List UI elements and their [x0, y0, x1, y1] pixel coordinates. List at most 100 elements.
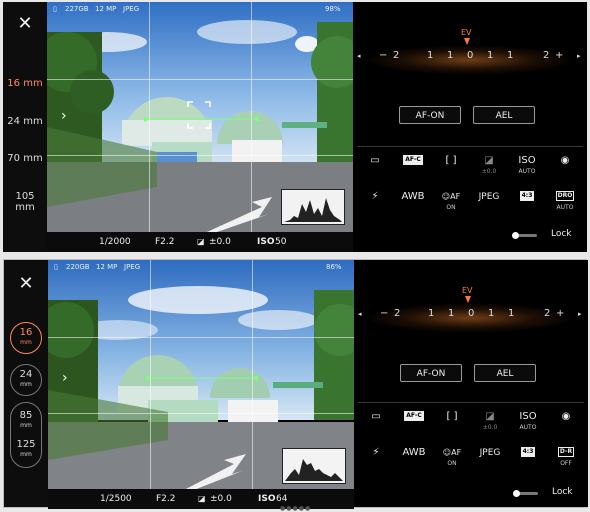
metering-button[interactable]: ◉: [548, 410, 584, 434]
settings-panel: EV ◂ − 2 1 1 0 1 1 2 + ▸ AF-ON AEL ▭ AF-…: [353, 2, 587, 252]
zoom-column: ✕ 16 mm 24 mm 85 mm 125 mm: [4, 260, 48, 507]
viewfinder[interactable]: ▯ 220GB 12 MP JPEG 86% ›: [48, 260, 354, 490]
af-on-button[interactable]: AF-ON: [400, 364, 462, 382]
toggle-knob: [513, 490, 520, 497]
drive-mode-button[interactable]: ▭: [357, 154, 393, 178]
grid-line: [47, 155, 353, 156]
zoom-70mm[interactable]: 70 mm: [5, 153, 45, 164]
grid-line: [48, 337, 354, 338]
ev-pointer-icon: [465, 296, 471, 303]
drive-mode-button[interactable]: ▭: [358, 410, 394, 434]
app-frame: ✕ 16 mm 24 mm 70 mm 105 mm ▯ 227GB 12 MP…: [3, 2, 587, 252]
status-bar: ▯ 227GB 12 MP JPEG 98%: [47, 2, 353, 16]
storage-remaining: 220GB: [66, 263, 90, 271]
face-af-icon: ☺AF: [441, 192, 461, 201]
toggle-knob: [512, 232, 519, 239]
zoom-telephoto-group[interactable]: 85 mm 125 mm: [10, 402, 42, 468]
metering-button[interactable]: ◉: [547, 154, 583, 178]
iso-label: ISO: [258, 494, 276, 504]
face-af-button[interactable]: ☺AF ON: [433, 190, 469, 214]
dro-icon: DRO: [555, 191, 575, 201]
ev-dial[interactable]: ◂ − 2 1 1 0 1 1 2 + ▸: [358, 308, 584, 322]
zoom-85mm[interactable]: 85: [11, 409, 41, 422]
zoom-125mm[interactable]: 125: [11, 438, 41, 451]
ael-button[interactable]: AEL: [474, 364, 536, 382]
divider: [357, 146, 583, 147]
exposure-comp-icon: ◪: [197, 237, 205, 246]
awb-icon: AWB: [402, 447, 426, 458]
white-balance-button[interactable]: AWB: [396, 446, 432, 470]
iso-button[interactable]: ISO AUTO: [509, 154, 545, 178]
shutter-speed[interactable]: 1/2000: [99, 237, 131, 247]
histogram-graph: [285, 459, 343, 481]
viewfinder[interactable]: ▯ 227GB 12 MP JPEG 98% ›: [47, 2, 353, 232]
zoom-16mm[interactable]: 16 mm: [5, 78, 45, 89]
iso-value[interactable]: 64: [276, 494, 287, 504]
zoom-105mm[interactable]: 105 mm: [5, 191, 45, 213]
aspect-ratio-icon: 4:3: [519, 191, 535, 201]
focus-mode-button[interactable]: AF-C: [395, 154, 431, 178]
face-af-icon: ☺AF: [442, 448, 462, 457]
megapixels: 12 MP: [96, 263, 118, 271]
close-icon[interactable]: ✕: [15, 14, 35, 34]
storage-icon: ▯: [54, 263, 58, 271]
af-on-button[interactable]: AF-ON: [399, 106, 461, 124]
zoom-16mm[interactable]: 16 mm: [10, 322, 42, 354]
grid-line: [48, 413, 354, 414]
grid-line: [47, 79, 353, 80]
aperture[interactable]: F2.2: [156, 494, 176, 504]
aperture[interactable]: F2.2: [155, 237, 175, 247]
white-balance-button[interactable]: AWB: [395, 190, 431, 214]
grid-line: [150, 260, 151, 490]
ev-dial[interactable]: ◂ − 2 1 1 0 1 1 2 + ▸: [357, 50, 583, 64]
flash-button[interactable]: ⚡: [358, 446, 394, 470]
divider: [358, 402, 584, 403]
file-format-button[interactable]: JPEG: [472, 446, 508, 470]
shutter-speed[interactable]: 1/2500: [100, 494, 132, 504]
file-format: JPEG: [123, 5, 140, 13]
iso-value[interactable]: 50: [275, 237, 286, 247]
ev-pointer-icon: [464, 38, 470, 45]
lock-toggle[interactable]: [513, 490, 538, 497]
aspect-ratio-button[interactable]: 4:3: [509, 190, 545, 214]
page-indicator: ●●●●●: [280, 505, 312, 512]
ael-button[interactable]: AEL: [473, 106, 535, 124]
close-icon[interactable]: ✕: [16, 274, 36, 294]
exposure-bar: 1/2000 F2.2 ◪ ±0.0 ISO 50: [47, 232, 353, 252]
battery-level: 98%: [325, 5, 341, 13]
focus-area-button[interactable]: [ ]: [434, 410, 470, 434]
face-af-button[interactable]: ☺AF ON: [434, 446, 470, 470]
exposure-comp-icon: ◪: [198, 494, 206, 503]
chevron-right-icon[interactable]: ›: [62, 370, 68, 386]
flash-comp-button[interactable]: ◪ ±0.0: [471, 154, 507, 178]
file-format-button[interactable]: JPEG: [471, 190, 507, 214]
focus-area-icon: [ ]: [446, 411, 458, 422]
histogram: [282, 448, 346, 484]
flash-button[interactable]: ⚡: [357, 190, 393, 214]
lock-toggle[interactable]: [512, 232, 537, 239]
histogram: [281, 189, 345, 225]
histogram-graph: [284, 198, 342, 222]
chevron-right-icon[interactable]: ›: [61, 108, 67, 124]
focus-mode-button[interactable]: AF-C: [396, 410, 432, 434]
single-shot-icon: ▭: [370, 155, 380, 166]
dro-button[interactable]: D-R OFF: [548, 446, 584, 470]
zoom-24mm[interactable]: 24 mm: [5, 116, 45, 127]
ev-label: EV: [461, 28, 472, 37]
jpeg-icon: JPEG: [479, 448, 501, 458]
exposure-comp-value[interactable]: ±0.0: [209, 237, 231, 247]
app-frame: ✕ 16 mm 24 mm 85 mm 125 mm ▯ 220GB 12 MP…: [3, 259, 588, 509]
file-format: JPEG: [124, 263, 141, 271]
zoom-24mm[interactable]: 24 mm: [10, 364, 42, 396]
flash-comp-button[interactable]: ◪ ±0.0: [472, 410, 508, 434]
aspect-ratio-button[interactable]: 4:3: [510, 446, 546, 470]
exposure-comp-value[interactable]: ±0.0: [210, 494, 232, 504]
exposure-comp-icon: ◪: [484, 155, 494, 166]
dro-button[interactable]: DRO AUTO: [547, 190, 583, 214]
af-c-icon: AF-C: [404, 411, 424, 421]
iso-icon: ISO: [519, 411, 537, 422]
iso-button[interactable]: ISO AUTO: [510, 410, 546, 434]
lock-label: Lock: [552, 487, 573, 497]
flash-icon: ⚡: [372, 447, 380, 458]
focus-area-button[interactable]: [ ]: [433, 154, 469, 178]
